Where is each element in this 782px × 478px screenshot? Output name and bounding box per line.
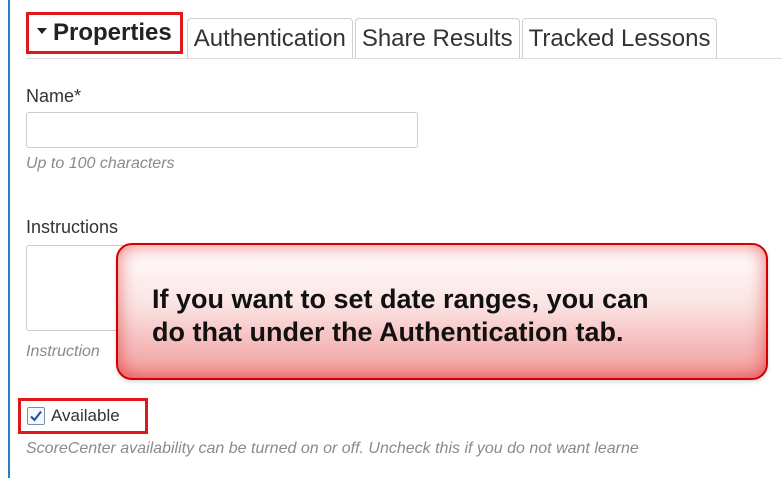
caret-down-icon [37,28,47,34]
name-hint: Up to 100 characters [26,155,175,172]
tab-authentication[interactable]: Authentication [186,18,353,58]
date-range-callout: If you want to set date ranges, you can … [116,243,768,380]
tab-divider [26,58,782,59]
tab-share-results-label: Share Results [361,24,513,52]
tab-tracked-lessons[interactable]: Tracked Lessons [521,18,718,58]
checkmark-icon [30,410,42,422]
available-checkbox[interactable] [27,407,45,425]
name-input[interactable] [26,112,418,148]
instructions-hint: Instruction [26,343,100,360]
tab-tracked-lessons-label: Tracked Lessons [528,24,711,52]
callout-line-1: If you want to set date ranges, you can [152,284,649,314]
available-option: Available [18,398,148,434]
tab-authentication-label: Authentication [193,24,346,52]
tab-share-results[interactable]: Share Results [354,18,520,58]
tab-bar: Properties Authentication Share Results … [26,12,719,58]
name-label: Name* [26,86,82,106]
instructions-label: Instructions [26,217,119,237]
tab-properties-label: Properties [53,19,172,46]
tab-properties[interactable]: Properties [26,12,183,54]
available-label: Available [51,406,120,425]
available-hint: ScoreCenter availability can be turned o… [26,440,639,457]
callout-line-2: do that under the Authentication tab. [152,317,624,347]
